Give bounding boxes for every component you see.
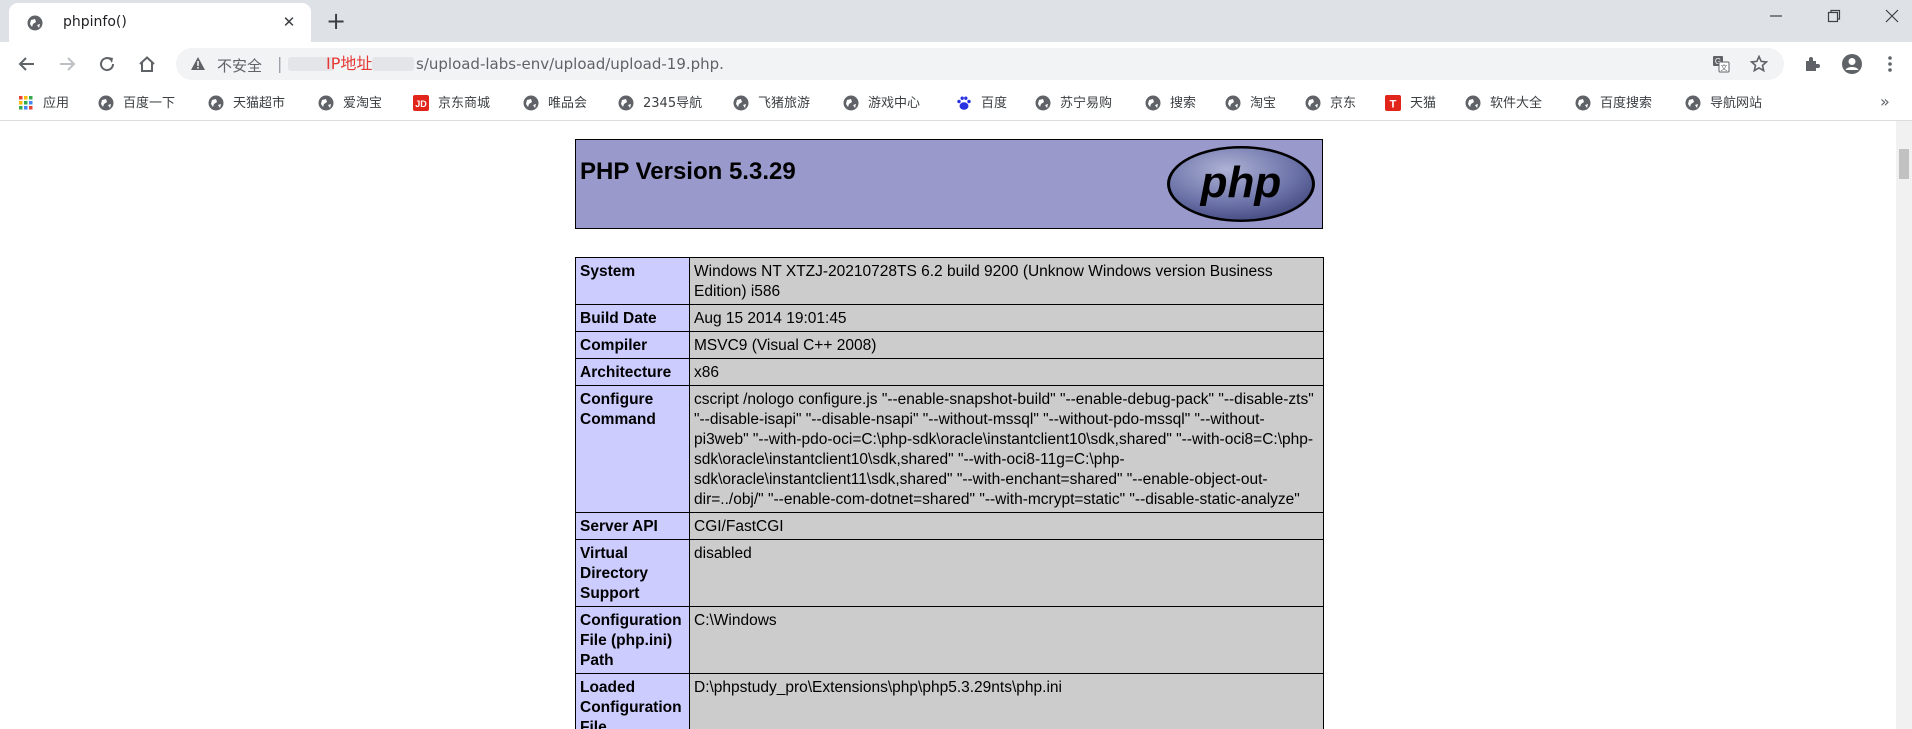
info-value: cscript /nologo configure.js "--enable-s… — [689, 385, 1324, 513]
bookmark-item[interactable]: 天猫超市 — [208, 95, 308, 113]
info-value: disabled — [689, 539, 1324, 607]
info-value: D:\phpstudy_pro\Extensions\php\php5.3.29… — [689, 673, 1324, 729]
scrollbar-thumb[interactable] — [1899, 149, 1909, 179]
bookmarks-overflow-button[interactable]: » — [1880, 92, 1890, 111]
globe-icon — [27, 15, 43, 35]
info-row: Architecture x86 — [575, 358, 1324, 386]
bookmark-item[interactable]: 2345导航 — [618, 95, 718, 113]
php-info-table: System Windows NT XTZJ-20210728TS 6.2 bui… — [575, 257, 1324, 729]
bookmark-item[interactable]: 百度一下 — [98, 95, 198, 113]
bookmark-item[interactable]: 百度搜索 — [1575, 95, 1675, 113]
info-key: Server API — [575, 512, 690, 540]
close-window-icon[interactable] — [1872, 8, 1912, 32]
info-row: Virtual Directory Support disabled — [575, 539, 1324, 607]
bookmark-label: 百度搜索 — [1600, 96, 1653, 111]
bookmark-label: 天猫 — [1410, 96, 1437, 111]
home-button[interactable] — [133, 50, 161, 78]
not-secure-label[interactable]: 不安全 — [217, 55, 262, 76]
bookmark-label: 爱淘宝 — [343, 96, 383, 111]
warning-icon[interactable] — [190, 56, 206, 75]
php-logo-icon: php — [1166, 145, 1316, 227]
info-key: Build Date — [575, 304, 690, 332]
info-key: Virtual Directory Support — [575, 539, 690, 607]
bookmark-label: 导航网站 — [1710, 96, 1763, 111]
info-key: Configure Command — [575, 385, 690, 513]
bookmarks-bar: » 应用 百度一下 天猫超市 爱淘宝 JD 京东商城 唯品会 2345导航 飞猪旅游 游戏中心 百度… — [0, 86, 1912, 121]
bookmark-label: 游戏中心 — [868, 96, 921, 111]
tab-strip: phpinfo() ✕ + — [0, 0, 1912, 42]
profile-avatar-icon[interactable] — [1838, 50, 1866, 78]
address-bar[interactable]: 不安全 | IP地址 s/upload-labs-env/upload/uplo… — [176, 48, 1784, 80]
tab-phpinfo[interactable]: phpinfo() ✕ — [9, 3, 311, 42]
info-key: Compiler — [575, 331, 690, 359]
info-row: Build Date Aug 15 2014 19:01:45 — [575, 304, 1324, 332]
restore-icon[interactable] — [1814, 8, 1854, 32]
star-icon[interactable] — [1749, 54, 1769, 77]
info-value: Aug 15 2014 19:01:45 — [689, 304, 1324, 332]
close-tab-icon[interactable]: ✕ — [279, 12, 299, 32]
bookmark-item[interactable]: 游戏中心 — [843, 95, 943, 113]
forward-button[interactable] — [53, 50, 81, 78]
bookmark-label: 天猫超市 — [233, 96, 286, 111]
bookmark-label: 京东商城 — [438, 96, 491, 111]
info-key: Architecture — [575, 358, 690, 386]
url-path[interactable]: s/upload-labs-env/upload/upload-19.php. — [416, 55, 724, 73]
address-separator: | — [277, 54, 283, 73]
bookmark-item[interactable]: 苏宁易购 — [1035, 95, 1135, 113]
info-row: Compiler MSVC9 (Visual C++ 2008) — [575, 331, 1324, 359]
bookmark-item[interactable]: 爱淘宝 — [318, 95, 418, 113]
menu-kebab-icon[interactable] — [1876, 50, 1904, 78]
php-version-title: PHP Version 5.3.29 — [580, 158, 796, 185]
svg-text:文: 文 — [1721, 63, 1728, 72]
php-logo-text: php — [1200, 158, 1282, 207]
info-row: Loaded Configuration File D:\phpstudy_pro… — [575, 673, 1324, 729]
bookmark-label: 搜索 — [1170, 96, 1197, 111]
page-scrollbar[interactable] — [1896, 121, 1912, 729]
info-key: Configuration File (php.ini) Path — [575, 606, 690, 674]
svg-text:JD: JD — [415, 99, 427, 109]
bookmark-label: 飞猪旅游 — [758, 96, 811, 111]
bookmark-item[interactable]: 唯品会 — [523, 95, 623, 113]
bookmark-label: 苏宁易购 — [1060, 96, 1113, 111]
bookmark-label: 应用 — [43, 96, 70, 111]
bookmark-item[interactable]: 飞猪旅游 — [733, 95, 833, 113]
bookmark-item[interactable]: 软件大全 — [1465, 95, 1565, 113]
bookmark-label: 淘宝 — [1250, 96, 1277, 111]
ip-annotation: IP地址 — [326, 54, 373, 73]
bookmark-label: 百度 — [981, 96, 1008, 111]
back-button[interactable] — [13, 50, 41, 78]
info-key: System — [575, 257, 690, 305]
info-row: Server API CGI/FastCGI — [575, 512, 1324, 540]
translate-icon[interactable]: G文 — [1712, 55, 1730, 77]
page-viewport: PHP Version 5.3.29 php System Windows NT … — [0, 121, 1896, 729]
extensions-icon[interactable] — [1798, 50, 1826, 78]
browser-toolbar: 不安全 | IP地址 s/upload-labs-env/upload/uplo… — [0, 42, 1912, 86]
info-value: x86 — [689, 358, 1324, 386]
minimize-icon[interactable] — [1756, 8, 1796, 32]
bookmark-label: 京东 — [1330, 96, 1357, 111]
php-version-header: PHP Version 5.3.29 php — [575, 139, 1323, 229]
bookmark-label: 唯品会 — [548, 96, 588, 111]
info-row: System Windows NT XTZJ-20210728TS 6.2 bui… — [575, 257, 1324, 305]
info-row: Configure Command cscript /nologo configu… — [575, 385, 1324, 513]
bookmark-label: 百度一下 — [123, 96, 176, 111]
bookmark-item[interactable]: JD 京东商城 — [413, 95, 513, 113]
info-key: Loaded Configuration File — [575, 673, 690, 729]
new-tab-button[interactable]: + — [322, 9, 350, 35]
tab-title: phpinfo() — [63, 14, 127, 30]
redacted-host — [372, 57, 414, 71]
svg-text:T: T — [1390, 99, 1397, 111]
info-value: MSVC9 (Visual C++ 2008) — [689, 331, 1324, 359]
info-value: C:\Windows — [689, 606, 1324, 674]
reload-button[interactable] — [93, 50, 121, 78]
info-value: CGI/FastCGI — [689, 512, 1324, 540]
bookmark-label: 软件大全 — [1490, 96, 1543, 111]
info-row: Configuration File (php.ini) Path C:\Wind… — [575, 606, 1324, 674]
bookmark-item[interactable]: 导航网站 — [1685, 95, 1785, 113]
info-value: Windows NT XTZJ-20210728TS 6.2 build 920… — [689, 257, 1324, 305]
bookmark-label: 2345导航 — [643, 96, 703, 111]
